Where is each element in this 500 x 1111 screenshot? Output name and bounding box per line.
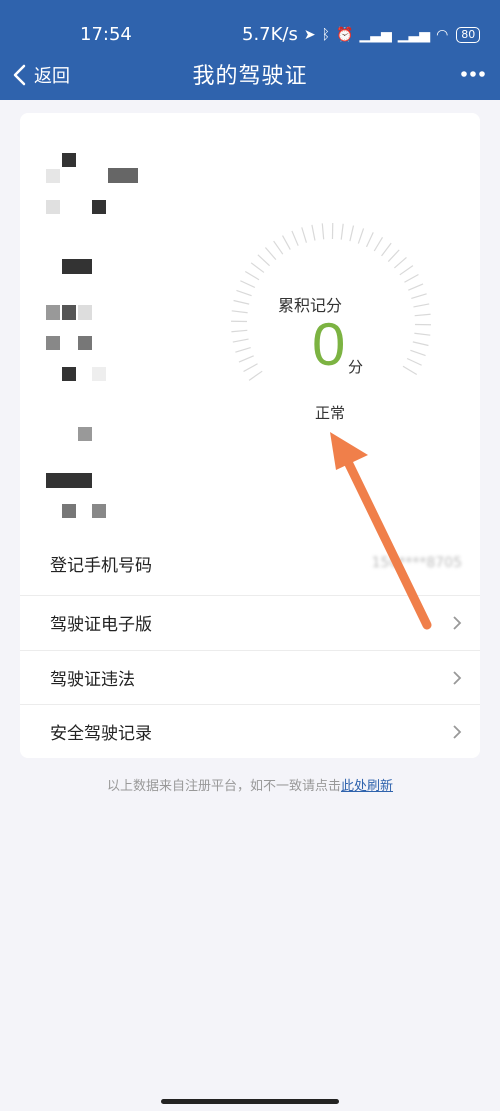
menu-item-label: 驾驶证电子版 xyxy=(50,615,152,635)
alarm-icon: ⏰ xyxy=(336,26,354,43)
menu-item-phone[interactable]: 登记手机号码 150****8705 xyxy=(20,536,480,590)
redaction-block xyxy=(92,367,106,381)
home-indicator xyxy=(161,1099,339,1104)
redaction-block xyxy=(62,259,92,274)
redaction-block xyxy=(62,153,76,167)
license-status: 正常 xyxy=(314,404,345,422)
menu-item-safe-driving[interactable]: 安全驾驶记录 xyxy=(20,704,480,758)
redaction-block xyxy=(46,169,60,183)
menu-item-e-license[interactable]: 驾驶证电子版 xyxy=(20,595,480,649)
redaction-block xyxy=(46,305,60,320)
redaction-block xyxy=(108,168,138,183)
bluetooth-icon: ᛒ xyxy=(321,26,331,43)
signal-icon: ▁▃▅ xyxy=(359,26,392,43)
location-arrow-icon: ➤ xyxy=(303,26,316,43)
battery-icon: 80 xyxy=(456,26,481,43)
page-title: 我的驾驶证 xyxy=(192,64,308,89)
menu-item-label: 登记手机号码 xyxy=(50,555,152,576)
redaction-block xyxy=(92,200,106,214)
chevron-right-icon xyxy=(453,724,462,739)
redaction-block xyxy=(78,305,92,320)
signal-icon: ▁▃▅ xyxy=(397,26,431,43)
phone-number-value: 150****8705 xyxy=(371,555,462,571)
footer-note: 以上数据来自注册平台，如不一致请点击此处刷新 xyxy=(0,775,500,794)
menu-item-violations[interactable]: 驾驶证违法 xyxy=(20,650,480,704)
redaction-block xyxy=(62,305,76,320)
chevron-right-icon xyxy=(453,670,462,685)
menu-item-label: 安全驾驶记录 xyxy=(50,724,152,744)
more-dots-icon[interactable] xyxy=(458,62,488,86)
redaction-block xyxy=(46,200,60,214)
menu-item-label: 驾驶证违法 xyxy=(50,670,135,690)
wifi-icon: ◠ xyxy=(436,26,449,43)
redaction-block xyxy=(78,336,92,350)
footer-note-text: 以上数据来自注册平台，如不一致请点击 xyxy=(106,779,341,794)
redaction-block xyxy=(92,504,106,518)
redaction-block xyxy=(46,473,92,488)
refresh-link[interactable]: 此处刷新 xyxy=(341,779,393,794)
redaction-block xyxy=(46,336,60,350)
redaction-block xyxy=(78,427,92,441)
redaction-block xyxy=(62,504,76,518)
redaction-block xyxy=(62,367,76,381)
status-icons: 5.7K/s ➤ ᛒ ⏰ ▁▃▅ ▁▃▅ ◠ 80 xyxy=(242,24,481,45)
score-unit: 分 xyxy=(348,358,364,376)
status-time: 17:54 xyxy=(80,24,132,45)
top-bar: 17:54 5.7K/s ➤ ᛒ ⏰ ▁▃▅ ▁▃▅ ◠ 80 返回 我的驾驶证 xyxy=(0,0,500,100)
net-speed: 5.7K/s xyxy=(242,24,298,45)
score-label: 累积记分 xyxy=(277,296,342,315)
score-value: 0 xyxy=(312,311,346,378)
chevron-right-icon xyxy=(453,615,462,630)
